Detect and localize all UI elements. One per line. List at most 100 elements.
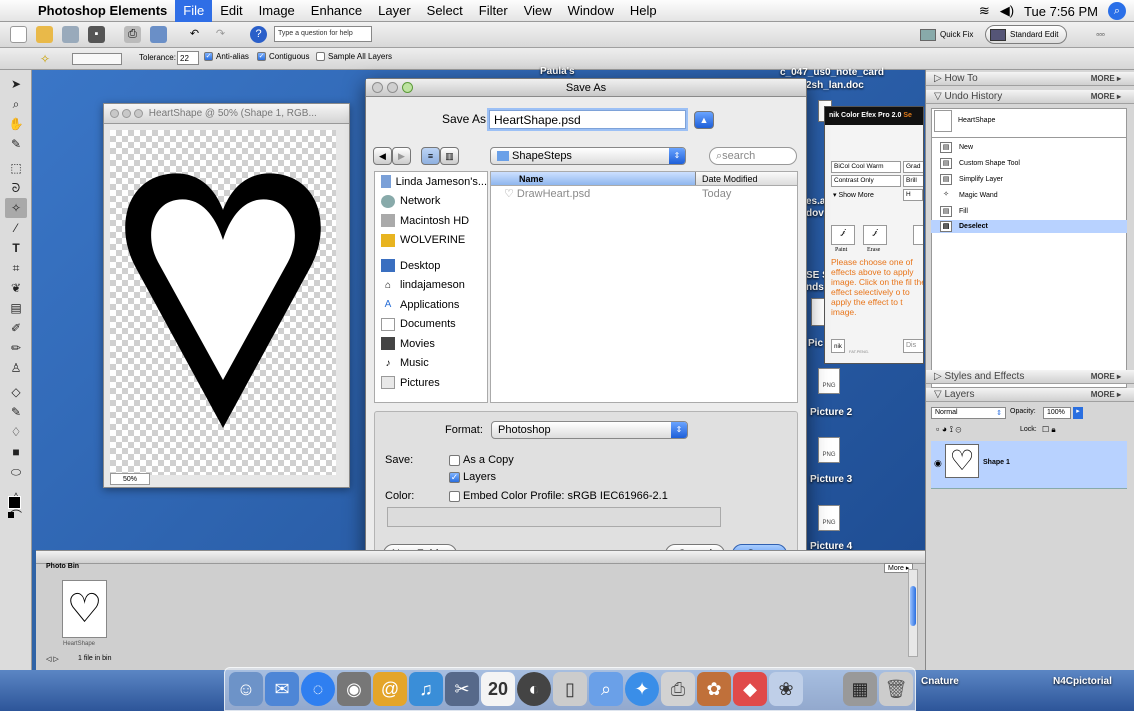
menu-app-name[interactable]: Photoshop Elements — [30, 0, 175, 22]
how-to-header[interactable]: ▷ How To MORE ▸ — [926, 72, 1134, 86]
undo-item-new[interactable]: ▤ New — [931, 141, 1127, 154]
minimize-icon[interactable] — [122, 108, 131, 118]
layers-more-button[interactable]: MORE ▸ — [1091, 388, 1121, 402]
sidebar-item-pictures[interactable]: Pictures — [375, 373, 487, 393]
picture-3-icon[interactable]: PNG — [818, 437, 840, 463]
desktop-label-cnature[interactable]: Cnature — [921, 676, 959, 687]
default-colors-icon[interactable] — [8, 512, 14, 518]
sidebar-item-computer[interactable]: Linda Jameson's... — [375, 172, 487, 192]
new-file-icon[interactable] — [10, 26, 27, 43]
desktop-file-icon[interactable] — [811, 298, 825, 326]
filename-input[interactable]: HeartShape.psd — [489, 110, 686, 129]
nik-filter-bicol[interactable]: BiCol Cool Warm — [831, 161, 901, 173]
dialog-close-icon[interactable] — [372, 82, 383, 93]
menu-layer[interactable]: Layer — [370, 0, 419, 22]
printer-icon[interactable]: ⎙ — [661, 672, 695, 706]
opacity-slider-button[interactable]: ▸ — [1073, 407, 1083, 419]
undo-item-custom-shape[interactable]: ▤ Custom Shape Tool — [931, 157, 1127, 170]
sidebar-item-desktop[interactable]: Desktop — [375, 256, 487, 276]
desktop-label-n4cpictorial[interactable]: N4Cpictorial — [1053, 676, 1112, 687]
list-view-button[interactable]: ≡ — [421, 147, 440, 165]
help-icon[interactable]: ? — [250, 26, 267, 43]
redo-icon[interactable]: ↷ — [212, 26, 229, 43]
layers-checkbox[interactable]: ✓ Layers — [449, 471, 496, 483]
spotlight-icon[interactable]: ⌕ — [1108, 2, 1126, 20]
open-folder-icon[interactable] — [36, 26, 53, 43]
how-to-more-button[interactable]: MORE ▸ — [1091, 72, 1121, 86]
desktop-label-nds[interactable]: nds — [806, 282, 824, 293]
selection-mode-icons[interactable] — [72, 53, 122, 65]
menu-select[interactable]: Select — [419, 0, 471, 22]
eyedropper-tool-icon[interactable]: ✎ — [5, 134, 27, 154]
desktop-label-note-card[interactable]: c_047_us0_note_card — [780, 67, 884, 78]
shape-tool-icon[interactable]: ■ — [5, 442, 27, 462]
print-icon[interactable]: ⎙ — [124, 26, 141, 43]
nik-paint-icon[interactable]: 𝒿 — [831, 225, 855, 245]
hand-tool-icon[interactable]: ✋ — [5, 114, 27, 134]
cookie-cutter-tool-icon[interactable]: ❦ — [5, 278, 27, 298]
zoom-icon[interactable] — [134, 108, 143, 118]
layer-row-shape-1[interactable]: ◉ ♡ Shape 1 — [931, 441, 1127, 489]
nik-h-button[interactable]: H — [903, 189, 923, 201]
search-input[interactable]: ⌕search — [709, 147, 797, 165]
volume-icon[interactable]: ◀) — [1000, 3, 1014, 19]
menu-help[interactable]: Help — [622, 0, 665, 22]
undo-item-simplify-layer[interactable]: ▤ Simplify Layer — [931, 173, 1127, 186]
lock-icons[interactable]: ☐ 🔒︎ — [1042, 425, 1056, 435]
undo-item-fill[interactable]: ▤ Fill — [931, 205, 1127, 218]
name-column-header[interactable]: Name — [491, 172, 696, 185]
itunes-icon[interactable]: ♫ — [409, 672, 443, 706]
photo-bin-nav-icons[interactable]: ◁ ▷ — [46, 655, 59, 663]
wifi-icon[interactable]: ≋ — [979, 3, 990, 19]
sidebar-item-movies[interactable]: Movies — [375, 334, 487, 354]
red-eye-tool-icon[interactable]: ▤ — [5, 298, 27, 318]
eraser-tool-icon[interactable]: ◇ — [5, 382, 27, 402]
desktop-label-doc[interactable]: 2sh_lan.doc — [806, 80, 864, 91]
preview-icon[interactable]: ⌕ — [589, 672, 623, 706]
expand-dialog-button[interactable]: ▲ — [694, 111, 714, 129]
anti-alias-checkbox[interactable]: ✓ Anti-alias — [204, 52, 249, 62]
pencil-tool-icon[interactable]: ✎ — [5, 402, 27, 422]
foreground-color-swatch[interactable] — [8, 496, 21, 509]
menu-window[interactable]: Window — [560, 0, 622, 22]
marquee-tool-icon[interactable]: ⬚ — [5, 158, 27, 178]
contiguous-checkbox[interactable]: ✓ Contiguous — [257, 52, 309, 62]
undo-item-deselect[interactable]: ▤ Deselect — [931, 220, 1127, 233]
opacity-input[interactable]: 100% — [1043, 407, 1071, 419]
clone-stamp-tool-icon[interactable]: ♙ — [5, 358, 27, 378]
menu-edit[interactable]: Edit — [212, 0, 250, 22]
undo-history-more-button[interactable]: MORE ▸ — [1091, 90, 1121, 104]
sidebar-item-documents[interactable]: Documents — [375, 315, 487, 335]
zoom-level[interactable]: 50% — [110, 473, 150, 485]
menu-filter[interactable]: Filter — [471, 0, 516, 22]
menu-file[interactable]: File — [175, 0, 213, 22]
menu-clock[interactable]: Tue 7:56 PM — [1024, 4, 1098, 19]
imovie-icon[interactable]: ✂ — [445, 672, 479, 706]
desktop-label-esa[interactable]: es.a — [806, 196, 825, 207]
camera-icon[interactable]: ◉ — [337, 672, 371, 706]
menu-view[interactable]: View — [516, 0, 560, 22]
magic-wand-tool-icon[interactable]: ✧ — [5, 198, 27, 218]
styles-effects-header[interactable]: ▷ Styles and Effects MORE ▸ — [926, 370, 1134, 384]
document-titlebar[interactable]: HeartShape @ 50% (Shape 1, RGB... — [104, 104, 349, 124]
desktop-label-paulas[interactable]: Paula's — [540, 66, 575, 77]
web-icon[interactable] — [150, 26, 167, 43]
date-column-header[interactable]: Date Modified — [696, 172, 797, 185]
undo-item-magic-wand[interactable]: ✧ Magic Wand — [931, 189, 1127, 202]
ical-icon[interactable]: 20 — [481, 672, 515, 706]
terminal-icon[interactable]: ▦ — [843, 672, 877, 706]
nik-show-more[interactable]: ▾ Show More — [833, 191, 874, 199]
ellipse-tool-icon[interactable]: ⬭ — [5, 462, 27, 482]
brush-selection-tool-icon[interactable]: ⁄ — [5, 218, 27, 238]
column-view-button[interactable]: ▥ — [440, 147, 459, 165]
quick-fix-button[interactable]: Quick Fix — [916, 25, 981, 44]
scrollbar-thumb[interactable] — [910, 586, 916, 626]
sidebar-item-wolverine[interactable]: WOLVERINE — [375, 231, 487, 251]
folder-popup[interactable]: ShapeSteps ⇕ — [490, 147, 686, 165]
browse-icon[interactable] — [62, 26, 79, 43]
desktop-label-pic[interactable]: Pic — [808, 338, 823, 349]
styles-more-button[interactable]: MORE ▸ — [1091, 370, 1121, 384]
sample-all-layers-checkbox[interactable]: Sample All Layers — [316, 52, 392, 62]
picture-3-label[interactable]: Picture 3 — [810, 474, 852, 485]
photo-bin-header[interactable] — [36, 551, 925, 564]
